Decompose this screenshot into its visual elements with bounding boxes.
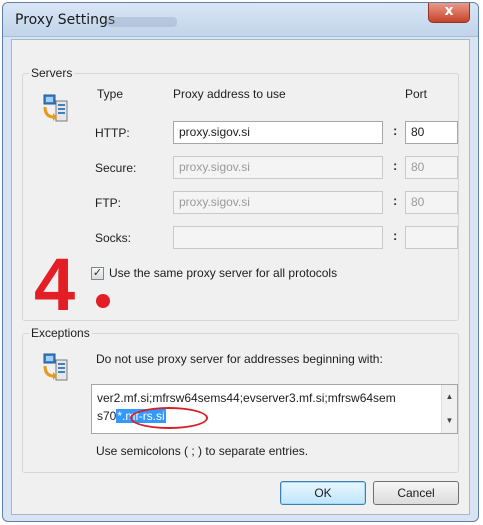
http-label: HTTP: [95, 126, 130, 140]
servers-network-icon [43, 94, 68, 122]
http-port-input[interactable]: 80 [405, 121, 458, 144]
window-title: Proxy Settings [15, 12, 116, 28]
http-address-input[interactable]: proxy.sigov.si [173, 121, 383, 144]
close-button[interactable]: x [428, 3, 470, 23]
highlight-ellipse-annotation [130, 407, 208, 429]
ok-button[interactable]: OK [280, 481, 366, 505]
secure-address-input[interactable]: proxy.sigov.si [173, 156, 383, 179]
ftp-colon: : [393, 193, 398, 208]
column-header-address: Proxy address to use [173, 87, 286, 101]
step-number-dot [96, 294, 110, 308]
same-proxy-label[interactable]: Use the same proxy server for all protoc… [109, 266, 337, 280]
exceptions-textarea[interactable]: ver2.mf.si;mfrsw64sems44;evserver3.mf.si… [91, 384, 458, 434]
socks-label: Socks: [95, 231, 132, 245]
check-icon: ✓ [92, 267, 103, 279]
exceptions-value-line1: ver2.mf.si;mfrsw64sems44;evserver3.mf.si… [97, 391, 396, 405]
network-computers-icon [42, 93, 70, 123]
exceptions-group-label: Exceptions [29, 326, 92, 340]
secure-colon: : [393, 158, 398, 173]
column-header-port: Port [405, 87, 428, 101]
exceptions-scrollbar[interactable]: ▲ ▼ [441, 385, 457, 433]
exceptions-network-icon [43, 353, 68, 381]
ftp-port-input[interactable]: 80 [405, 191, 458, 214]
scroll-down-icon[interactable]: ▼ [442, 413, 457, 429]
same-proxy-checkbox[interactable]: ✓ [91, 267, 104, 280]
title-bar[interactable]: Proxy Settings x [3, 3, 478, 37]
column-header-type: Type [97, 87, 124, 101]
ftp-address-input[interactable]: proxy.sigov.si [173, 191, 383, 214]
servers-group-label: Servers [29, 66, 75, 80]
exceptions-value-line2-prefix: s70 [97, 409, 117, 423]
step-number-annotation: 4 [34, 243, 76, 326]
ftp-label: FTP: [95, 196, 121, 210]
exceptions-description: Do not use proxy server for addresses be… [96, 352, 383, 366]
network-computers-icon [42, 352, 70, 382]
socks-port-input[interactable] [405, 226, 458, 249]
socks-colon: : [393, 228, 398, 243]
cancel-button[interactable]: Cancel [373, 481, 459, 505]
proxy-settings-dialog: Proxy Settings x Servers Type Proxy addr… [2, 2, 479, 522]
secure-label: Secure: [95, 161, 137, 175]
dialog-body: Servers Type Proxy address to use Port H… [11, 39, 470, 515]
socks-address-input[interactable] [173, 226, 383, 249]
secure-port-input[interactable]: 80 [405, 156, 458, 179]
exceptions-hint: Use semicolons ( ; ) to separate entries… [96, 444, 309, 458]
title-bar-blur [107, 17, 177, 27]
http-colon: : [393, 123, 398, 138]
scroll-up-icon[interactable]: ▲ [442, 389, 457, 405]
